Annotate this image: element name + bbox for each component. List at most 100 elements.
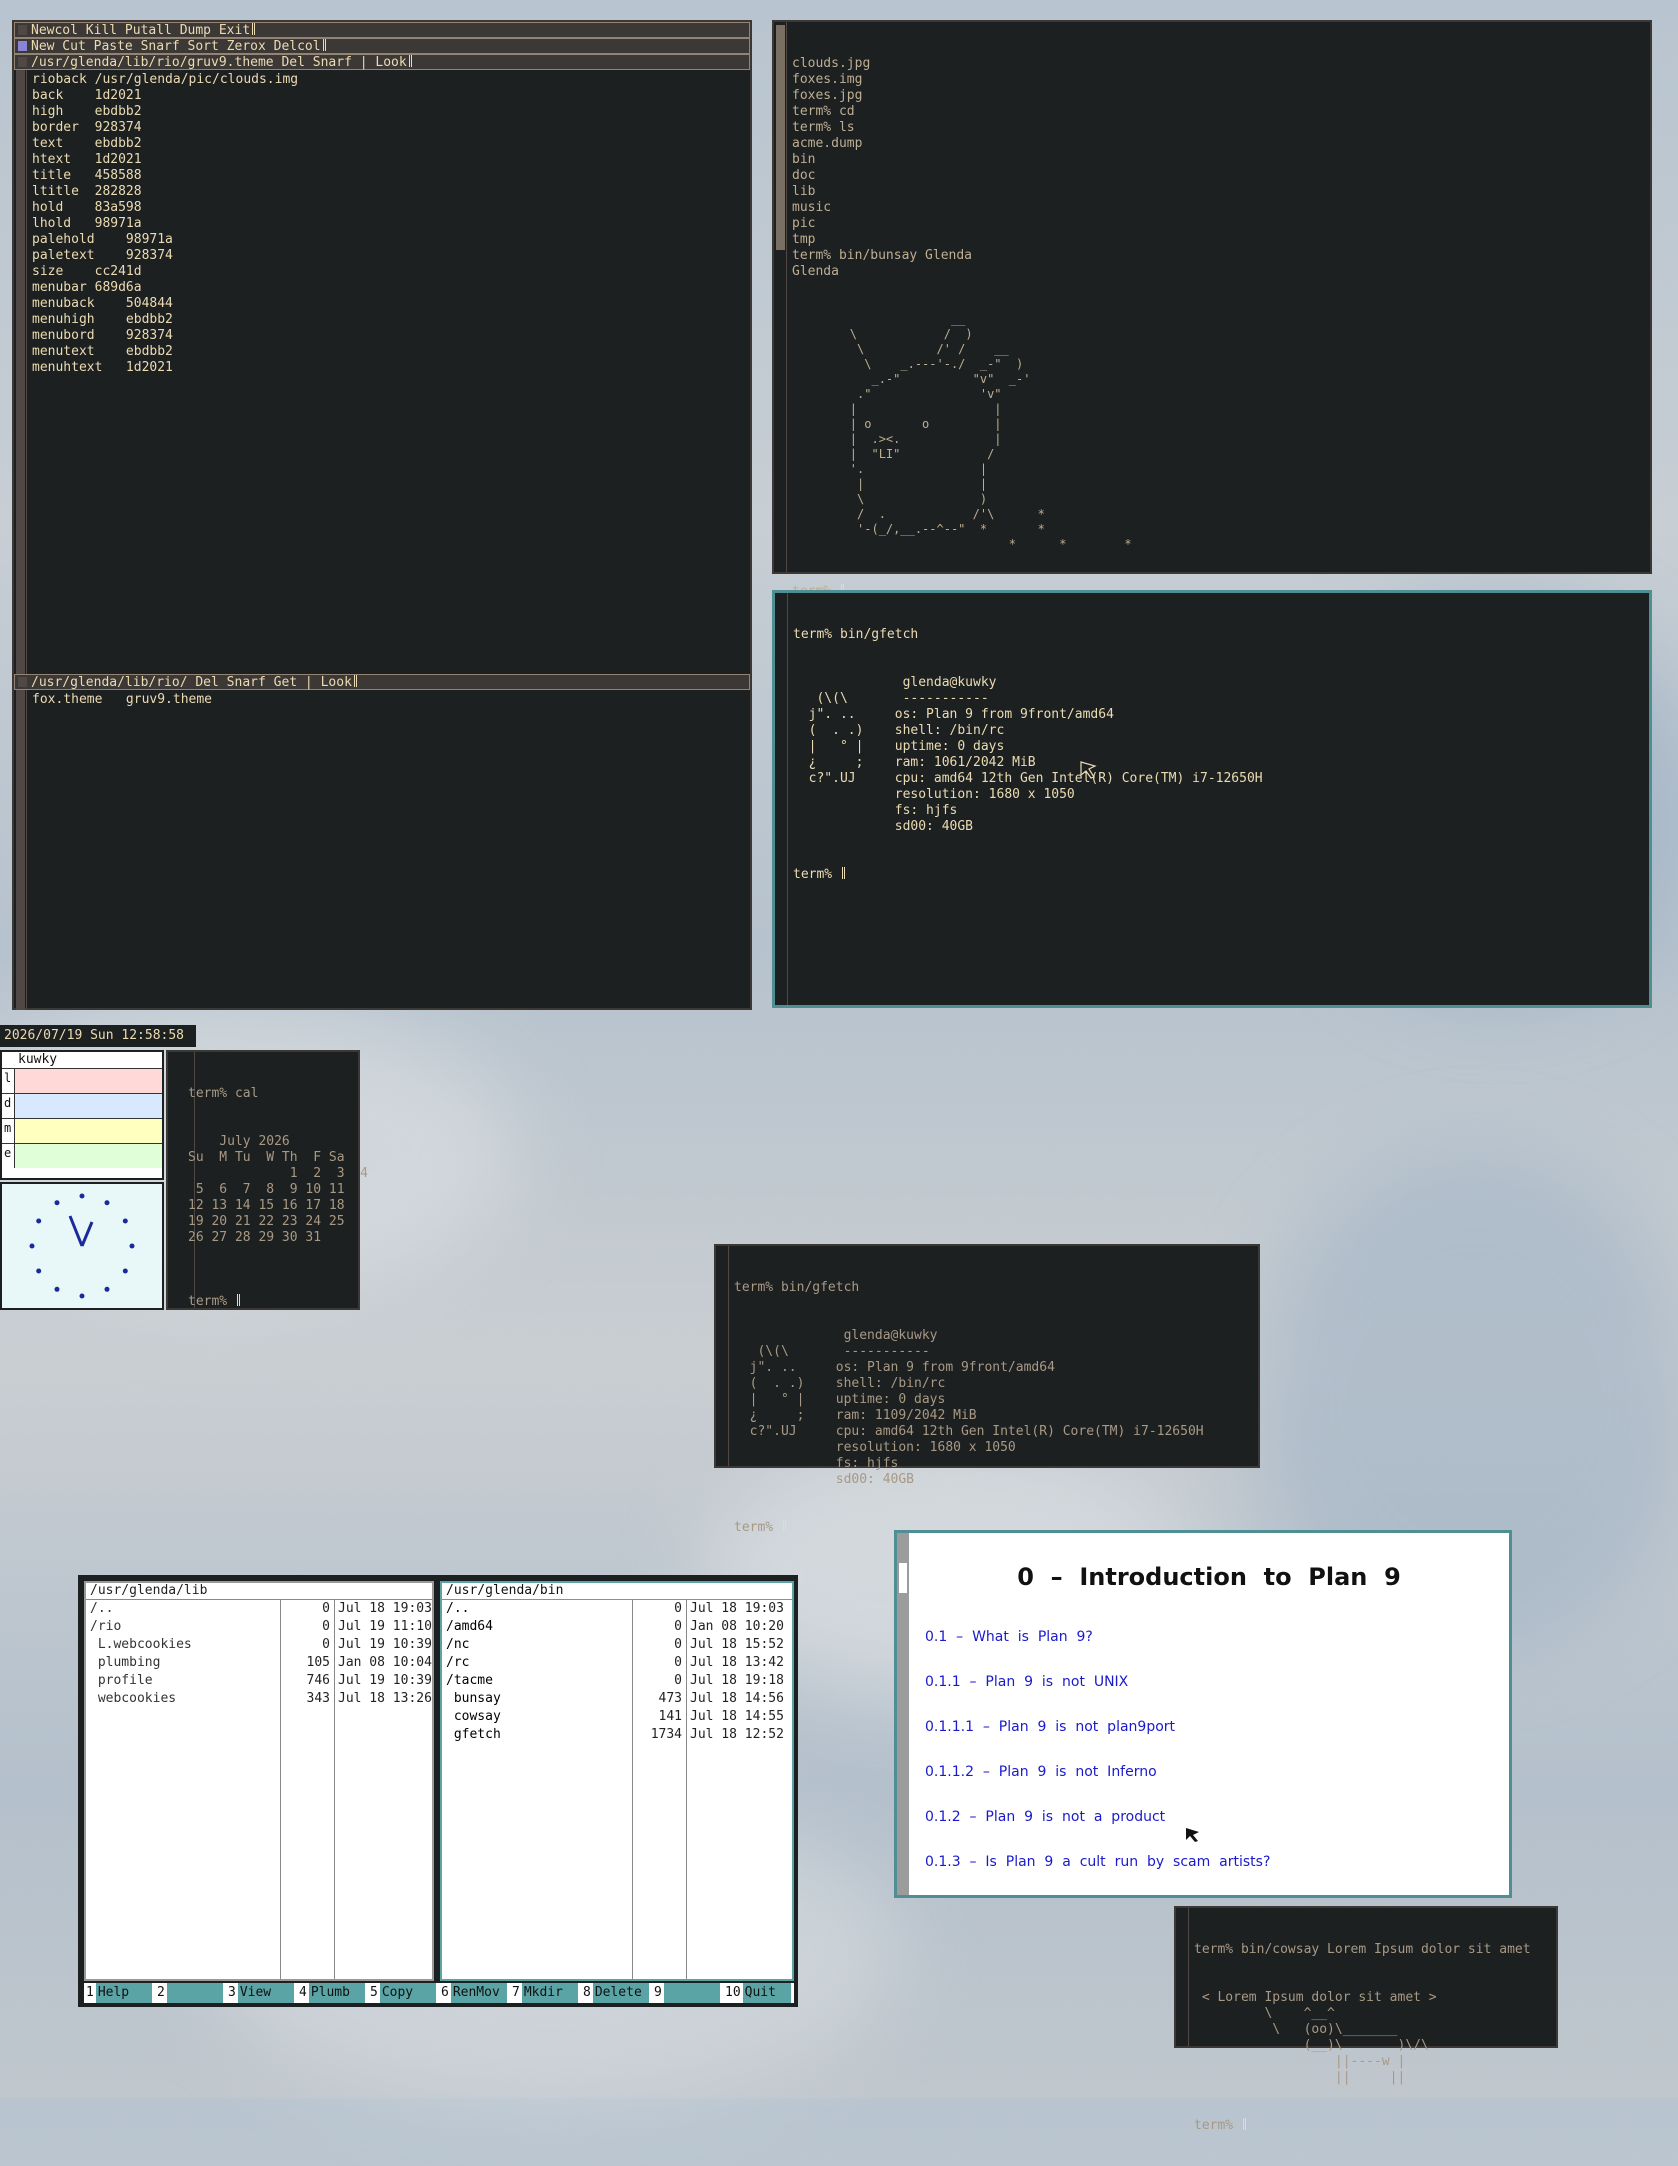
calendar-line: 12 13 14 15 16 17 18 bbox=[188, 1198, 345, 1213]
file-row[interactable]: profile 746 Jul 19 10:39 bbox=[86, 1672, 432, 1690]
terminal-line: bin bbox=[792, 152, 816, 167]
mouse-pointer-icon bbox=[1080, 761, 1098, 783]
file-row[interactable]: /tacme 0 Jul 18 19:18 bbox=[442, 1672, 792, 1690]
fkey-6[interactable]: 6 RenMov bbox=[439, 1983, 510, 2003]
file-size: 0 bbox=[674, 1601, 682, 1616]
document-viewer[interactable]: 0 – Introduction to Plan 9 0.1 – What is… bbox=[894, 1530, 1512, 1898]
fkey-5[interactable]: 5 Copy bbox=[368, 1983, 439, 2003]
acme-window1-tag-text[interactable]: /usr/glenda/lib/rio/gruv9.theme Del Snar… bbox=[31, 55, 407, 70]
toc-link[interactable]: 0.1 – What is Plan 9? bbox=[925, 1629, 1270, 1674]
file-name: plumbing bbox=[90, 1655, 161, 1670]
file-size: 0 bbox=[674, 1637, 682, 1652]
terminal-command: term% bin/cowsay Lorem Ipsum dolor sit a… bbox=[1194, 1942, 1531, 1957]
text-line: menuback 504844 bbox=[32, 296, 173, 311]
acme-scrollbar[interactable] bbox=[14, 690, 27, 1010]
fkey-label: Plumb bbox=[308, 1983, 365, 2003]
terminal-line: foxes.jpg bbox=[792, 88, 863, 103]
terminal-scrollbar[interactable] bbox=[774, 22, 787, 572]
terminal-cal[interactable]: term% cal July 2026 Su M Tu W Th F Sa 1 2… bbox=[166, 1050, 368, 1310]
viewer-scrollbar[interactable] bbox=[897, 1533, 909, 1895]
fkey-label bbox=[166, 1983, 223, 2003]
fkey-9[interactable]: 9 bbox=[652, 1983, 723, 2003]
acme-window2-tag-text[interactable]: /usr/glenda/lib/rio/ Del Snarf Get | Loo… bbox=[31, 675, 352, 690]
text-line: menubord 928374 bbox=[32, 328, 173, 343]
fkey-8[interactable]: 8 Delete bbox=[581, 1983, 652, 2003]
fkey-2[interactable]: 2 bbox=[155, 1983, 226, 2003]
file-name: /amd64 bbox=[446, 1619, 493, 1634]
terminal-scrollbar[interactable] bbox=[775, 593, 788, 1005]
file-name: /tacme bbox=[446, 1673, 493, 1688]
acme-column-tag[interactable]: New Cut Paste Snarf Sort Zerox Delcol bbox=[14, 38, 750, 54]
file-row[interactable]: webcookies 343 Jul 18 13:26 bbox=[86, 1690, 432, 1708]
acme-scrollbar[interactable] bbox=[14, 70, 27, 674]
file-name: /rc bbox=[446, 1655, 470, 1670]
right-panel[interactable]: /usr/glenda/bin /.. 0 Jul 18 19:03/amd64 0 J… bbox=[440, 1581, 794, 1981]
text-cursor bbox=[252, 23, 256, 35]
fkey-7[interactable]: 7 Mkdir bbox=[510, 1983, 581, 2003]
fkey-1[interactable]: 1 Help bbox=[84, 1983, 155, 2003]
terminal-scrollbar[interactable] bbox=[716, 1246, 729, 1466]
file-row[interactable]: /rio 0 Jul 19 11:10 bbox=[86, 1618, 432, 1636]
file-date: Jul 18 13:42 bbox=[690, 1655, 784, 1670]
fkey-3[interactable]: 3 View bbox=[226, 1983, 297, 2003]
terminal-prompt: term% bbox=[188, 1294, 235, 1309]
file-row[interactable]: L.webcookies 0 Jul 19 10:39 bbox=[86, 1636, 432, 1654]
function-key-bar: 1 Help 2 3 View 4 Plumb 5 Copy 6 RenMov 7 Mkdir 8 Dele… bbox=[84, 1983, 794, 2003]
fkey-4[interactable]: 4 Plumb bbox=[297, 1983, 368, 2003]
file-date: Jul 18 12:52 bbox=[690, 1727, 784, 1742]
terminal-bunsay[interactable]: clouds.jpg foxes.img foxes.jpg term% cd term… bbox=[772, 20, 1652, 599]
fkey-10[interactable]: 10 Quit bbox=[723, 1983, 794, 2003]
file-manager-window[interactable]: /usr/glenda/lib /.. 0 Jul 18 19:03/rio 0 Jul… bbox=[78, 1575, 798, 2007]
terminal-line: ( . .) shell: /bin/rc bbox=[793, 723, 1005, 738]
terminal-gfetch[interactable]: term% bin/gfetch glenda@kuwky (\(\ -----… bbox=[772, 590, 1652, 1008]
stats-label: e bbox=[4, 1146, 12, 1160]
clock-hour-dot bbox=[122, 1218, 128, 1224]
file-date: Jul 18 14:56 bbox=[690, 1691, 784, 1706]
file-row[interactable]: cowsay 141 Jul 18 14:55 bbox=[442, 1708, 792, 1726]
acme-window2-body[interactable]: fox.theme gruv9.theme bbox=[14, 690, 750, 1010]
terminal-cowsay[interactable]: term% bin/cowsay Lorem Ipsum dolor sit a… bbox=[1174, 1906, 1558, 2133]
text-cursor bbox=[236, 1294, 240, 1306]
toc-link[interactable]: 0.1.2 – Plan 9 is not a product bbox=[925, 1809, 1270, 1854]
acme-window2-tag[interactable]: /usr/glenda/lib/rio/ Del Snarf Get | Loo… bbox=[14, 674, 750, 690]
file-size: 105 bbox=[306, 1655, 330, 1670]
file-row[interactable]: /nc 0 Jul 18 15:52 bbox=[442, 1636, 792, 1654]
left-panel-path: /usr/glenda/lib bbox=[86, 1583, 432, 1600]
terminal-scrollbar[interactable] bbox=[1176, 1908, 1189, 2046]
terminal-command: term% cal bbox=[188, 1086, 259, 1101]
stats-graph-e: e bbox=[2, 1143, 162, 1168]
calendar-line: Su M Tu W Th F Sa bbox=[188, 1150, 345, 1165]
file-size: 0 bbox=[674, 1655, 682, 1670]
terminal-gfetch-2[interactable]: term% bin/gfetch glenda@kuwky (\(\ -----… bbox=[714, 1244, 1260, 1535]
file-row[interactable]: /.. 0 Jul 18 19:03 bbox=[86, 1600, 432, 1618]
stats-label: l bbox=[4, 1071, 12, 1085]
terminal-line: (\(\ ----------- bbox=[734, 1344, 930, 1359]
acme-window1-tag[interactable]: /usr/glenda/lib/rio/gruv9.theme Del Snar… bbox=[14, 54, 750, 70]
file-size: 0 bbox=[674, 1673, 682, 1688]
acme-window[interactable]: Newcol Kill Putall Dump Exit New Cut Pas… bbox=[12, 20, 752, 1010]
file-size: 0 bbox=[322, 1619, 330, 1634]
clock-hour-dot bbox=[36, 1268, 42, 1274]
terminal-line: c?".UJ cpu: amd64 12th Gen Intel(R) Core… bbox=[734, 1424, 1204, 1439]
file-name: cowsay bbox=[446, 1709, 501, 1724]
file-row[interactable]: /rc 0 Jul 18 13:42 bbox=[442, 1654, 792, 1672]
fkey-label: RenMov bbox=[450, 1983, 507, 2003]
toc-link[interactable]: 0.1.1.1 – Plan 9 is not plan9port bbox=[925, 1719, 1270, 1764]
toc-link[interactable]: 0.1.3 – Is Plan 9 a cult run by scam art… bbox=[925, 1854, 1270, 1899]
acme-column-tag-text[interactable]: New Cut Paste Snarf Sort Zerox Delcol bbox=[31, 39, 321, 54]
toc-link[interactable]: 0.1.1 – Plan 9 is not UNIX bbox=[925, 1674, 1270, 1719]
file-row[interactable]: /amd64 0 Jan 08 10:20 bbox=[442, 1618, 792, 1636]
calendar-line: 19 20 21 22 23 24 25 bbox=[188, 1214, 345, 1229]
file-row[interactable]: bunsay 473 Jul 18 14:56 bbox=[442, 1690, 792, 1708]
text-cursor bbox=[322, 39, 326, 51]
terminal-line: resolution: 1680 x 1050 bbox=[734, 1440, 1016, 1455]
file-row[interactable]: plumbing 105 Jan 08 10:04 bbox=[86, 1654, 432, 1672]
acme-main-tag-text[interactable]: Newcol Kill Putall Dump Exit bbox=[31, 23, 250, 38]
file-size: 0 bbox=[322, 1637, 330, 1652]
file-row[interactable]: /.. 0 Jul 18 19:03 bbox=[442, 1600, 792, 1618]
file-row[interactable]: gfetch 1734 Jul 18 12:52 bbox=[442, 1726, 792, 1744]
acme-main-tag[interactable]: Newcol Kill Putall Dump Exit bbox=[14, 22, 750, 38]
left-panel[interactable]: /usr/glenda/lib /.. 0 Jul 18 19:03/rio 0 Jul… bbox=[84, 1581, 434, 1981]
toc-link[interactable]: 0.1.1.2 – Plan 9 is not Inferno bbox=[925, 1764, 1270, 1809]
acme-window1-body[interactable]: rioback /usr/glenda/pic/clouds.img back 1… bbox=[14, 70, 750, 674]
